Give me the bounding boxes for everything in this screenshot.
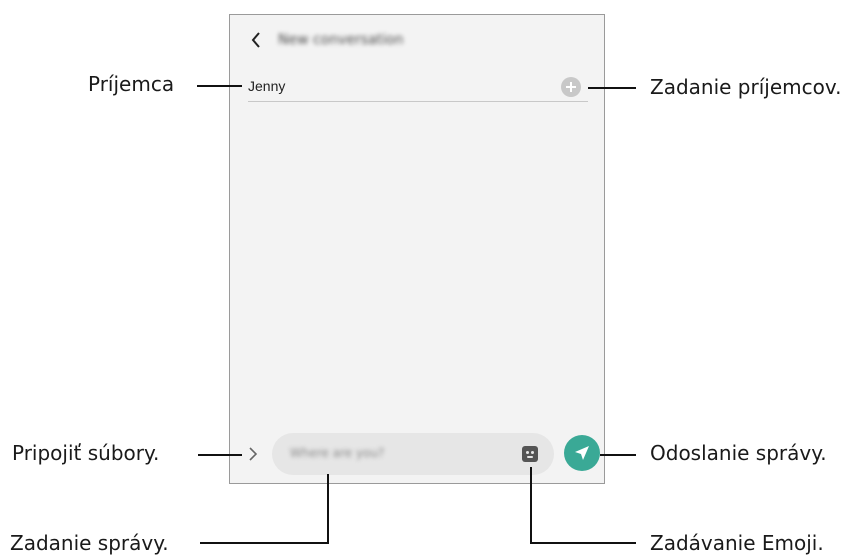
callout-line-send-message	[600, 454, 636, 456]
callout-enter-recipients: Zadanie príjemcov.	[650, 75, 842, 99]
callout-enter-message: Zadanie správy.	[10, 531, 169, 555]
callout-line-enter-emoji-h	[530, 542, 636, 544]
sticker-icon[interactable]	[522, 446, 538, 462]
plus-circle-icon[interactable]	[561, 77, 581, 97]
callout-attach-files: Pripojiť súbory.	[12, 441, 160, 465]
callout-line-enter-message-v	[327, 474, 329, 544]
callout-line-recipient	[197, 85, 242, 87]
callout-line-enter-emoji-v	[530, 467, 532, 544]
page-title: New conversation	[278, 32, 404, 48]
phone-screen: New conversation Jenny Where are you?	[229, 14, 605, 484]
chevron-left-icon[interactable]	[249, 30, 263, 50]
send-button[interactable]	[564, 435, 600, 471]
callout-line-enter-message-h	[200, 542, 329, 544]
message-input[interactable]: Where are you?	[272, 433, 554, 475]
recipient-divider	[248, 101, 588, 102]
send-icon	[575, 446, 589, 460]
callout-line-enter-recipients	[588, 87, 636, 89]
message-placeholder: Where are you?	[290, 446, 385, 460]
callout-enter-emoji: Zadávanie Emoji.	[650, 531, 824, 555]
callout-recipient: Príjemca	[88, 72, 175, 96]
callout-send-message: Odoslanie správy.	[650, 441, 827, 465]
callout-line-attach-files	[198, 454, 242, 456]
recipient-field[interactable]: Jenny	[248, 78, 285, 94]
chevron-right-icon[interactable]	[246, 445, 260, 463]
